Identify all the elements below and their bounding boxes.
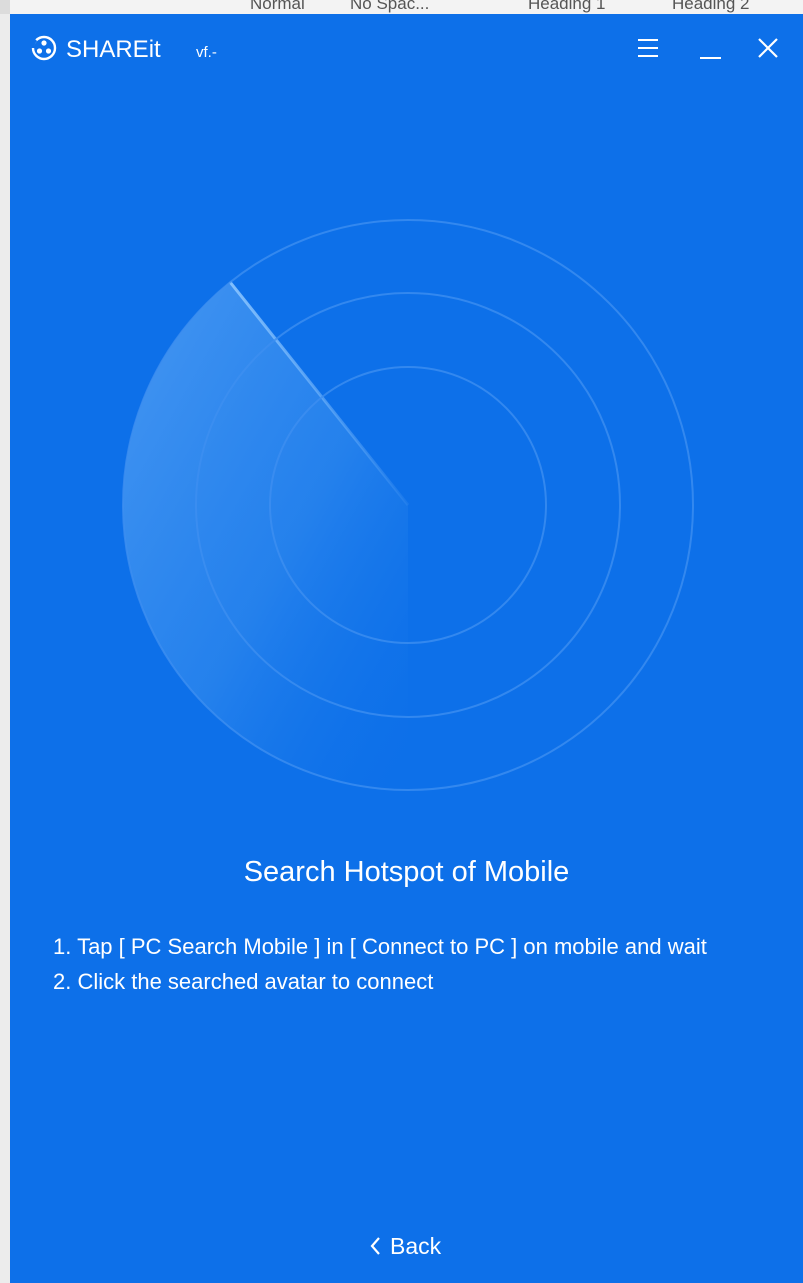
- back-label: Back: [390, 1232, 442, 1259]
- instruction-step-2: 2. Click the searched avatar to connect: [53, 969, 434, 994]
- back-button[interactable]: Back: [368, 1228, 441, 1264]
- ribbon-style-normal: Normal: [250, 0, 305, 13]
- ribbon-style-heading2: Heading 2: [672, 0, 750, 13]
- background-ribbon: Normal No Spac... Heading 1 Heading 2: [0, 0, 803, 14]
- radar-sweep: [122, 282, 408, 790]
- instructions-list: 1. Tap [ PC Search Mobile ] in [ Connect…: [53, 929, 783, 999]
- chevron-left-icon: [370, 1237, 380, 1255]
- page-heading: Search Hotspot of Mobile: [243, 856, 570, 888]
- shareit-window: SHAREit vf.- Search Hotspot of Mobile 1.…: [10, 14, 803, 1283]
- ribbon-style-heading1: Heading 1: [528, 0, 606, 13]
- radar-scan-icon: [122, 219, 694, 791]
- ribbon-style-no-spacing: No Spac...: [350, 0, 430, 13]
- instruction-step-1: 1. Tap [ PC Search Mobile ] in [ Connect…: [53, 934, 707, 959]
- background-window-edge: [0, 0, 10, 1283]
